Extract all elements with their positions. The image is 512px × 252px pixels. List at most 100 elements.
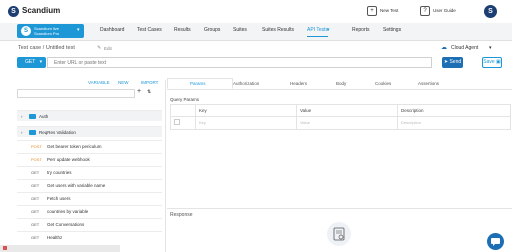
api-tests-chevron-icon[interactable]: ▾ — [327, 27, 330, 33]
project-selector[interactable]: S Scandium live Scandium Pro ▾ — [17, 24, 84, 38]
method-value: GET — [25, 59, 36, 65]
request-method: GET — [31, 222, 40, 227]
tab-params[interactable]: Params — [190, 81, 206, 86]
column-key: Key — [199, 108, 207, 113]
param-checkbox[interactable] — [174, 119, 180, 125]
folder-icon — [29, 114, 36, 119]
method-chevron-icon: ▾ — [39, 59, 43, 65]
nav-groups[interactable]: Groups — [204, 27, 220, 33]
project-subname: Scandium Pro — [34, 31, 60, 36]
cloud-icon: ☁ — [441, 45, 447, 51]
agent-chevron-icon[interactable]: ▾ — [489, 45, 492, 51]
tab-variable[interactable]: VARIABLE — [88, 80, 110, 85]
test-case-breadcrumb: Test case / Untitled test — [18, 45, 75, 51]
request-method: GET — [31, 209, 40, 214]
brand-name: Scandium — [22, 6, 61, 15]
request-method: GET — [31, 183, 40, 188]
tree-request[interactable]: GET Fetch users — [17, 192, 162, 203]
avatar[interactable]: S — [484, 5, 497, 18]
tab-import[interactable]: IMPORT — [141, 80, 158, 85]
tab-assertions[interactable]: Assertions — [418, 81, 439, 86]
tree-request[interactable]: GET Get Conversations — [17, 218, 162, 229]
tree-request[interactable]: POST Perr update webhook — [17, 153, 162, 164]
folder-icon — [29, 130, 36, 135]
save-button[interactable]: Save ▣ — [482, 57, 502, 68]
edit-icon[interactable]: ✎ — [97, 45, 101, 51]
project-logo-icon: S — [21, 26, 31, 36]
request-label: Healthz — [47, 235, 63, 240]
tab-new[interactable]: NEW — [118, 80, 129, 85]
new-test-button[interactable]: New Test — [380, 8, 398, 13]
request-label: Fetch users — [47, 196, 71, 201]
collection-search-input[interactable] — [17, 89, 135, 98]
send-button[interactable]: ➤ Send — [442, 57, 463, 68]
user-guide-button[interactable]: User Guide — [433, 8, 456, 13]
folder-label: Auth — [39, 114, 49, 119]
table-col-divider — [397, 104, 398, 130]
tree-request[interactable]: GET Get users with variable name — [17, 179, 162, 190]
tab-authorization[interactable]: Authorization — [233, 81, 259, 86]
response-empty-icon — [327, 222, 351, 246]
tree-folder[interactable]: › ReqRes Validation — [17, 126, 162, 137]
request-label: Get bearer token periculum — [47, 144, 102, 149]
response-divider — [167, 208, 512, 209]
chevron-right-icon: › — [21, 114, 23, 119]
param-description-input[interactable]: Description — [401, 120, 421, 125]
send-label: Send — [449, 59, 462, 65]
panel-divider — [165, 80, 166, 252]
tree-folder[interactable]: › Auth — [17, 110, 162, 121]
nav-dashboard[interactable]: Dashboard — [100, 27, 124, 33]
table-col-divider — [195, 104, 196, 130]
request-label: Get users with variable name — [47, 183, 106, 188]
add-icon[interactable]: + — [137, 88, 141, 95]
request-method: GET — [31, 170, 40, 175]
table-row-divider — [170, 116, 511, 117]
nav-results[interactable]: Results — [174, 27, 191, 33]
chevron-right-icon: › — [21, 130, 23, 135]
nav-reports[interactable]: Reports — [352, 27, 370, 33]
tree-request[interactable]: GET Healthz — [17, 231, 162, 242]
nav-suites-results[interactable]: Suites Results — [262, 27, 294, 33]
tab-headers[interactable]: Headers — [290, 81, 307, 86]
folder-label: ReqRes Validation — [39, 130, 76, 135]
request-method: POST — [31, 157, 42, 162]
column-description: Description — [401, 108, 424, 113]
tab-body[interactable]: Body — [336, 81, 346, 86]
new-test-icon[interactable]: + — [367, 6, 377, 16]
nav-test-cases[interactable]: Test Cases — [137, 27, 162, 33]
tree-request[interactable]: POST Get bearer token periculum — [17, 140, 162, 151]
nav-api-tests[interactable]: API Tests — [307, 27, 329, 37]
request-label: Perr update webhook — [47, 157, 90, 162]
filter-icon[interactable]: ⇅ — [147, 89, 151, 95]
nav-settings[interactable]: Settings — [383, 27, 401, 33]
query-params-title: Query Params — [170, 97, 200, 102]
table-col-divider — [296, 104, 297, 130]
chevron-down-icon: ▾ — [77, 27, 80, 33]
edit-link[interactable]: Edit — [104, 46, 112, 51]
url-input[interactable] — [47, 57, 432, 68]
method-select[interactable]: GET ▾ — [17, 57, 46, 68]
param-value-input[interactable]: Value — [300, 120, 310, 125]
response-label: Response — [170, 212, 193, 218]
params-table — [170, 104, 511, 130]
agent-selector[interactable]: Cloud Agent — [451, 45, 478, 51]
request-method: GET — [31, 235, 40, 240]
request-label: try countries — [47, 170, 72, 175]
tree-request[interactable]: GET try countries — [17, 166, 162, 177]
request-method: GET — [31, 196, 40, 201]
column-value: Value — [300, 108, 312, 113]
logo-icon: S — [8, 6, 19, 17]
request-label: Get Conversations — [47, 222, 85, 227]
tab-cookies[interactable]: Cookies — [375, 81, 391, 86]
nav-suites[interactable]: Suites — [233, 27, 247, 33]
request-method: POST — [31, 144, 42, 149]
request-label: countries by variable — [47, 209, 89, 214]
user-guide-icon[interactable]: ? — [420, 6, 430, 16]
tree-request[interactable]: GET countries by variable — [17, 205, 162, 216]
param-key-input[interactable]: Key — [199, 120, 206, 125]
record-icon[interactable] — [3, 246, 7, 250]
chat-support-button[interactable] — [487, 233, 504, 250]
save-icon: ▣ — [496, 59, 501, 65]
bottom-toolbar — [0, 245, 120, 252]
save-label: Save — [483, 59, 495, 65]
